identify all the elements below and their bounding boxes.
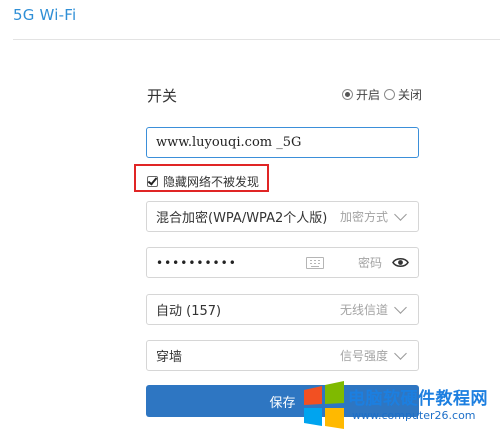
radio-on-label: 开启 xyxy=(356,88,381,102)
encryption-hint: 加密方式 xyxy=(339,210,388,224)
radio-off[interactable]: 关闭 xyxy=(384,86,422,103)
radio-off-indicator[interactable] xyxy=(384,89,396,100)
encryption-value: 混合加密(WPA/WPA2个人版) xyxy=(156,211,328,226)
hide-network-row[interactable]: 隐藏网络不被发现 xyxy=(147,173,259,190)
radio-off-label: 关闭 xyxy=(398,88,423,102)
windows-logo-icon xyxy=(304,381,344,429)
keyboard-icon[interactable] xyxy=(305,256,324,269)
chevron-down-icon[interactable] xyxy=(394,301,407,314)
radio-on[interactable]: 开启 xyxy=(342,86,380,103)
page-title: 5G Wi-Fi xyxy=(13,6,77,24)
watermark-title: 电脑软硬件教程网 xyxy=(348,389,488,409)
radio-on-indicator[interactable] xyxy=(342,89,353,100)
channel-value: 自动 (157) xyxy=(156,304,222,319)
encryption-select[interactable]: 混合加密(WPA/WPA2个人版) 加密方式 xyxy=(146,201,419,232)
ssid-field[interactable] xyxy=(146,127,419,158)
header-divider xyxy=(13,39,500,40)
switch-label: 开关 xyxy=(147,87,178,105)
eye-icon[interactable] xyxy=(392,257,409,268)
hide-network-label: 隐藏网络不被发现 xyxy=(163,175,260,189)
channel-hint: 无线信道 xyxy=(339,303,388,317)
signal-value: 穿墙 xyxy=(156,350,183,365)
hide-network-checkbox[interactable] xyxy=(147,176,158,187)
password-hint: 密码 xyxy=(357,256,382,270)
switch-radio-group: 开启 关闭 xyxy=(342,86,426,103)
password-field[interactable]: •••••••••• 密码 xyxy=(146,247,419,278)
signal-hint: 信号强度 xyxy=(339,349,388,363)
watermark: 电脑软硬件教程网 www.computer26.com xyxy=(302,380,500,434)
watermark-url: www.computer26.com xyxy=(352,409,476,422)
channel-select[interactable]: 自动 (157) 无线信道 xyxy=(146,294,419,325)
chevron-down-icon[interactable] xyxy=(394,347,407,360)
ssid-input[interactable] xyxy=(156,135,409,150)
signal-select[interactable]: 穿墙 信号强度 xyxy=(146,340,419,371)
chevron-down-icon[interactable] xyxy=(394,208,407,221)
password-input[interactable]: •••••••••• xyxy=(156,256,306,270)
